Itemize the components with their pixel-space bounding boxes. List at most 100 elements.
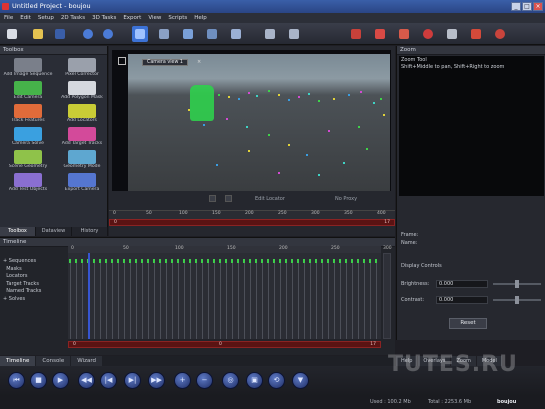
track-point[interactable] — [218, 94, 220, 96]
menu-2d-tasks[interactable]: 2D Tasks — [61, 13, 85, 23]
track-point[interactable] — [278, 172, 280, 174]
tool-export-camera[interactable]: Export Camera — [56, 172, 108, 195]
heart-icon[interactable] — [420, 26, 436, 42]
timeline-ruler[interactable]: 0 50 100 150 200 250 300 — [68, 246, 392, 253]
track-point[interactable] — [238, 98, 240, 100]
tool-camera-solve[interactable]: Camera Solve — [2, 126, 54, 149]
keyframe-marker[interactable] — [357, 259, 359, 263]
menu-scripts[interactable]: Scripts — [168, 13, 187, 23]
image-tool-icon[interactable] — [204, 26, 220, 42]
track-point[interactable] — [216, 164, 218, 166]
maximize-button[interactable]: □ — [522, 2, 532, 11]
grid-tool-icon[interactable] — [228, 26, 244, 42]
track-point[interactable] — [383, 114, 385, 116]
track-point[interactable] — [360, 91, 362, 93]
view-quad-icon[interactable] — [286, 26, 302, 42]
tab-history[interactable]: History — [72, 227, 108, 236]
tab-console[interactable]: Console — [36, 356, 71, 366]
tool-add-polygon-mask[interactable]: Add Polygon Mask — [56, 80, 108, 103]
keyframe-marker[interactable] — [309, 259, 311, 263]
loop-icon[interactable]: ⟲ — [268, 372, 285, 389]
track-point[interactable] — [248, 150, 250, 152]
select-tool-icon[interactable] — [132, 26, 148, 42]
next-view-icon[interactable] — [225, 195, 232, 202]
brightness-knob[interactable] — [515, 280, 519, 288]
brightness-field[interactable]: 0.000 — [436, 280, 488, 288]
keyframe-marker[interactable] — [153, 259, 155, 263]
timeline-range-bar[interactable]: 0 0 17 — [68, 341, 381, 348]
camera-view-icon[interactable] — [118, 57, 126, 65]
track-point[interactable] — [298, 96, 300, 98]
keyframe-marker[interactable] — [225, 259, 227, 263]
keyframe-marker[interactable] — [159, 259, 161, 263]
keyframe-marker[interactable] — [201, 259, 203, 263]
brightness-slider[interactable] — [493, 280, 541, 288]
keyframe-marker[interactable] — [81, 259, 83, 263]
track-point[interactable] — [373, 102, 375, 104]
keyframe-marker[interactable] — [351, 259, 353, 263]
keyframe-marker[interactable] — [75, 259, 77, 263]
keyframe-marker[interactable] — [243, 259, 245, 263]
play-icon[interactable]: ▶ — [52, 372, 69, 389]
track-point[interactable] — [318, 174, 320, 176]
reset-button[interactable]: Reset — [449, 318, 487, 329]
keyframe-marker[interactable] — [105, 259, 107, 263]
tool-add-locators[interactable]: Add Locators — [56, 103, 108, 126]
next-key-icon[interactable]: ▶▶ — [148, 372, 165, 389]
minimize-button[interactable]: _ — [511, 2, 521, 11]
keyframe-marker[interactable] — [375, 259, 377, 263]
redo-icon[interactable] — [100, 26, 116, 42]
track-point[interactable] — [256, 95, 258, 97]
tool-track-features[interactable]: Track Features — [2, 103, 54, 126]
timeline-scrollbar[interactable] — [383, 253, 391, 339]
new-file-icon[interactable] — [4, 26, 20, 42]
add-track-icon[interactable] — [372, 26, 388, 42]
frame-range-bar[interactable]: 0 17 — [109, 219, 395, 226]
prev-key-icon[interactable]: ◀◀ — [78, 372, 95, 389]
tool-edit-camera[interactable]: Edit Camera — [2, 80, 54, 103]
marker-icon[interactable] — [348, 26, 364, 42]
save-icon[interactable] — [52, 26, 68, 42]
tab-wizard[interactable]: Wizard — [71, 356, 102, 366]
rewind-icon[interactable]: ⏮ — [8, 372, 25, 389]
polygon-mask[interactable] — [190, 85, 214, 121]
video-frame[interactable] — [128, 54, 390, 191]
keyframe-marker[interactable] — [231, 259, 233, 263]
keyframe-marker[interactable] — [291, 259, 293, 263]
proxy-label[interactable]: No Proxy — [335, 196, 357, 202]
keyframe-marker[interactable] — [369, 259, 371, 263]
solve-icon[interactable] — [444, 26, 460, 42]
track-point[interactable] — [288, 144, 290, 146]
track-point[interactable] — [343, 162, 345, 164]
track-point[interactable] — [318, 100, 320, 102]
tool-add-target-tracks[interactable]: Add Target Tracks — [56, 126, 108, 149]
search-icon[interactable] — [492, 26, 508, 42]
keyframe-marker[interactable] — [345, 259, 347, 263]
keyframe-marker[interactable] — [69, 259, 71, 263]
keyframe-marker[interactable] — [261, 259, 263, 263]
timeline-grid[interactable] — [68, 253, 381, 339]
track-point[interactable] — [246, 126, 248, 128]
zoom-out-icon[interactable]: − — [196, 372, 213, 389]
keyframe-marker[interactable] — [117, 259, 119, 263]
prev-frame-icon[interactable]: |◀ — [100, 372, 117, 389]
keyframe-marker[interactable] — [171, 259, 173, 263]
track-point[interactable] — [380, 98, 382, 100]
tree-item-named-tracks[interactable]: Named Tracks — [3, 288, 65, 296]
camera-view-tag[interactable]: Camera view 1 — [142, 59, 188, 66]
contrast-knob[interactable] — [515, 296, 519, 304]
menu-edit[interactable]: Edit — [20, 13, 31, 23]
magnet-icon[interactable] — [468, 26, 484, 42]
keyframe-marker[interactable] — [315, 259, 317, 263]
keyframe-marker[interactable] — [339, 259, 341, 263]
track-point[interactable] — [306, 154, 308, 156]
tree-item-masks[interactable]: Masks — [3, 266, 65, 274]
menu-setup[interactable]: Setup — [38, 13, 54, 23]
keyframe-marker[interactable] — [333, 259, 335, 263]
track-point[interactable] — [278, 94, 280, 96]
menu-export[interactable]: Export — [123, 13, 141, 23]
keyframe-marker[interactable] — [267, 259, 269, 263]
track-point[interactable] — [358, 126, 360, 128]
stop-icon[interactable]: ■ — [30, 372, 47, 389]
viewport-frame-ruler[interactable]: 0 50 100 150 200 250 300 350 400 0 17 — [109, 210, 395, 230]
